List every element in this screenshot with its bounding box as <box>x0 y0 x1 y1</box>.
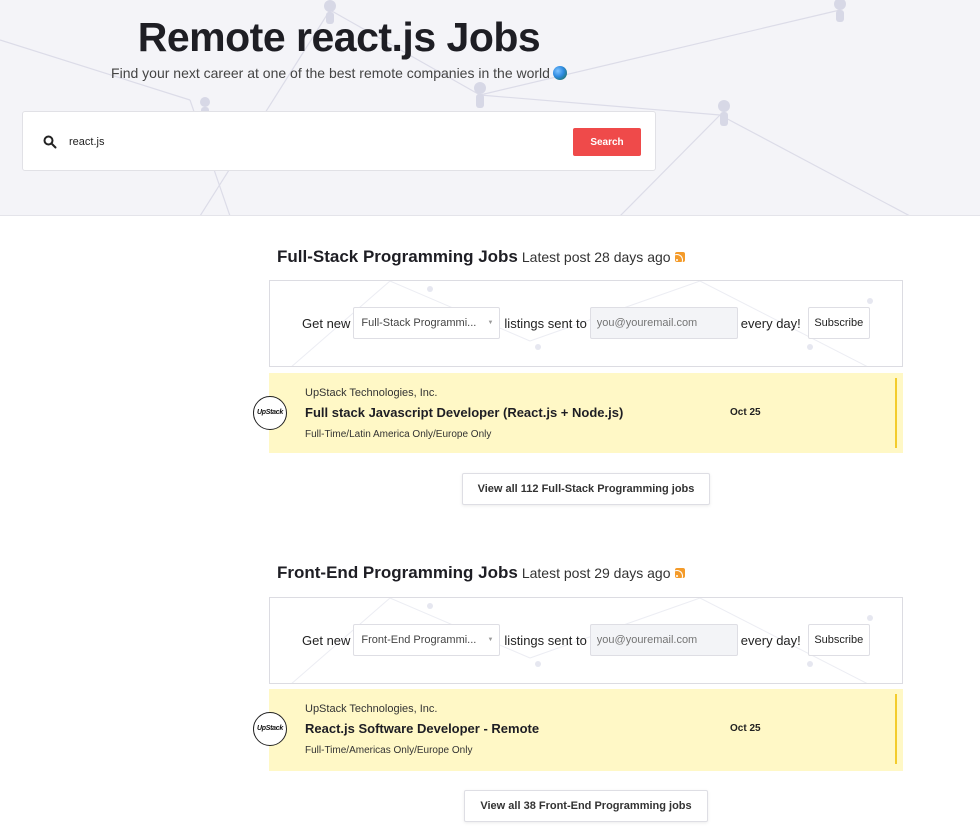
section-title[interactable]: Front-End Programming Jobs <box>277 563 518 582</box>
job-date: Oct 25 <box>730 407 761 418</box>
search-bar: Search <box>22 111 656 171</box>
view-all-jobs-button[interactable]: View all 38 Front-End Programming jobs <box>464 790 708 822</box>
job-tags: Full-Time/Americas Only/Europe Only <box>305 745 473 756</box>
subscribe-form: Get new Full-Stack Programmi... ▼ listing… <box>302 307 870 339</box>
subscribe-box: Get new Front-End Programmi... ▼ listings… <box>269 597 903 684</box>
job-title[interactable]: React.js Software Developer - Remote <box>305 721 539 736</box>
subscribe-button[interactable]: Subscribe <box>807 307 870 339</box>
subtitle-text: Find your next career at one of the best… <box>111 65 550 81</box>
category-select-value: Front-End Programmi... <box>361 634 477 646</box>
subscribe-button[interactable]: Subscribe <box>807 624 870 656</box>
subscribe-prefix: Get new <box>302 632 351 648</box>
rss-icon[interactable] <box>674 252 685 262</box>
job-listing[interactable]: UpStack UpStack Technologies, Inc. React… <box>253 689 903 771</box>
globe-icon <box>552 66 567 80</box>
email-field[interactable] <box>589 307 738 339</box>
subscribe-middle-text: listings sent to <box>504 632 587 648</box>
view-all-jobs-button[interactable]: View all 112 Full-Stack Programming jobs <box>462 473 710 505</box>
company-logo: UpStack <box>253 396 287 430</box>
section-title[interactable]: Full-Stack Programming Jobs <box>277 247 518 266</box>
chevron-down-icon: ▼ <box>487 637 494 643</box>
subscribe-box: Get new Full-Stack Programmi... ▼ listing… <box>269 280 903 367</box>
rss-icon[interactable] <box>674 568 685 578</box>
hero-banner: Remote react.js Jobs Find your next care… <box>0 0 980 216</box>
email-field[interactable] <box>589 624 738 656</box>
category-select[interactable]: Front-End Programmi... ▼ <box>353 624 501 656</box>
search-input[interactable] <box>69 130 549 154</box>
job-title[interactable]: Full stack Javascript Developer (React.j… <box>305 405 623 420</box>
subscribe-suffix: every day! <box>740 315 801 331</box>
job-listing[interactable]: UpStack UpStack Technologies, Inc. Full … <box>253 373 903 453</box>
subscribe-prefix: Get new <box>302 315 351 331</box>
subscribe-suffix: every day! <box>740 632 801 648</box>
chevron-down-icon: ▼ <box>487 320 494 326</box>
highlight-bar <box>895 378 897 448</box>
subscribe-form: Get new Front-End Programmi... ▼ listings… <box>302 624 870 656</box>
latest-post-text: Latest post 28 days ago <box>521 249 671 265</box>
job-tags: Full-Time/Latin America Only/Europe Only <box>305 429 492 440</box>
section-header: Front-End Programming Jobs Latest post 29… <box>277 563 685 585</box>
job-company: UpStack Technologies, Inc. <box>305 387 438 399</box>
subscribe-middle-text: listings sent to <box>504 315 587 331</box>
job-date: Oct 25 <box>730 723 761 734</box>
page-title: Remote react.js Jobs <box>137 14 541 60</box>
category-select-value: Full-Stack Programmi... <box>361 317 477 329</box>
job-company: UpStack Technologies, Inc. <box>305 703 438 715</box>
category-select[interactable]: Full-Stack Programmi... ▼ <box>353 307 501 339</box>
search-icon <box>43 135 57 149</box>
company-logo: UpStack <box>253 712 287 746</box>
search-button[interactable]: Search <box>573 128 641 156</box>
section-header: Full-Stack Programming Jobs Latest post 2… <box>277 247 685 269</box>
highlight-bar <box>895 694 897 764</box>
section-front-end: Front-End Programming Jobs Latest post 29… <box>253 563 903 825</box>
section-full-stack: Full-Stack Programming Jobs Latest post 2… <box>253 247 903 509</box>
latest-post-text: Latest post 29 days ago <box>521 565 671 581</box>
page-subtitle: Find your next career at one of the best… <box>0 65 678 81</box>
